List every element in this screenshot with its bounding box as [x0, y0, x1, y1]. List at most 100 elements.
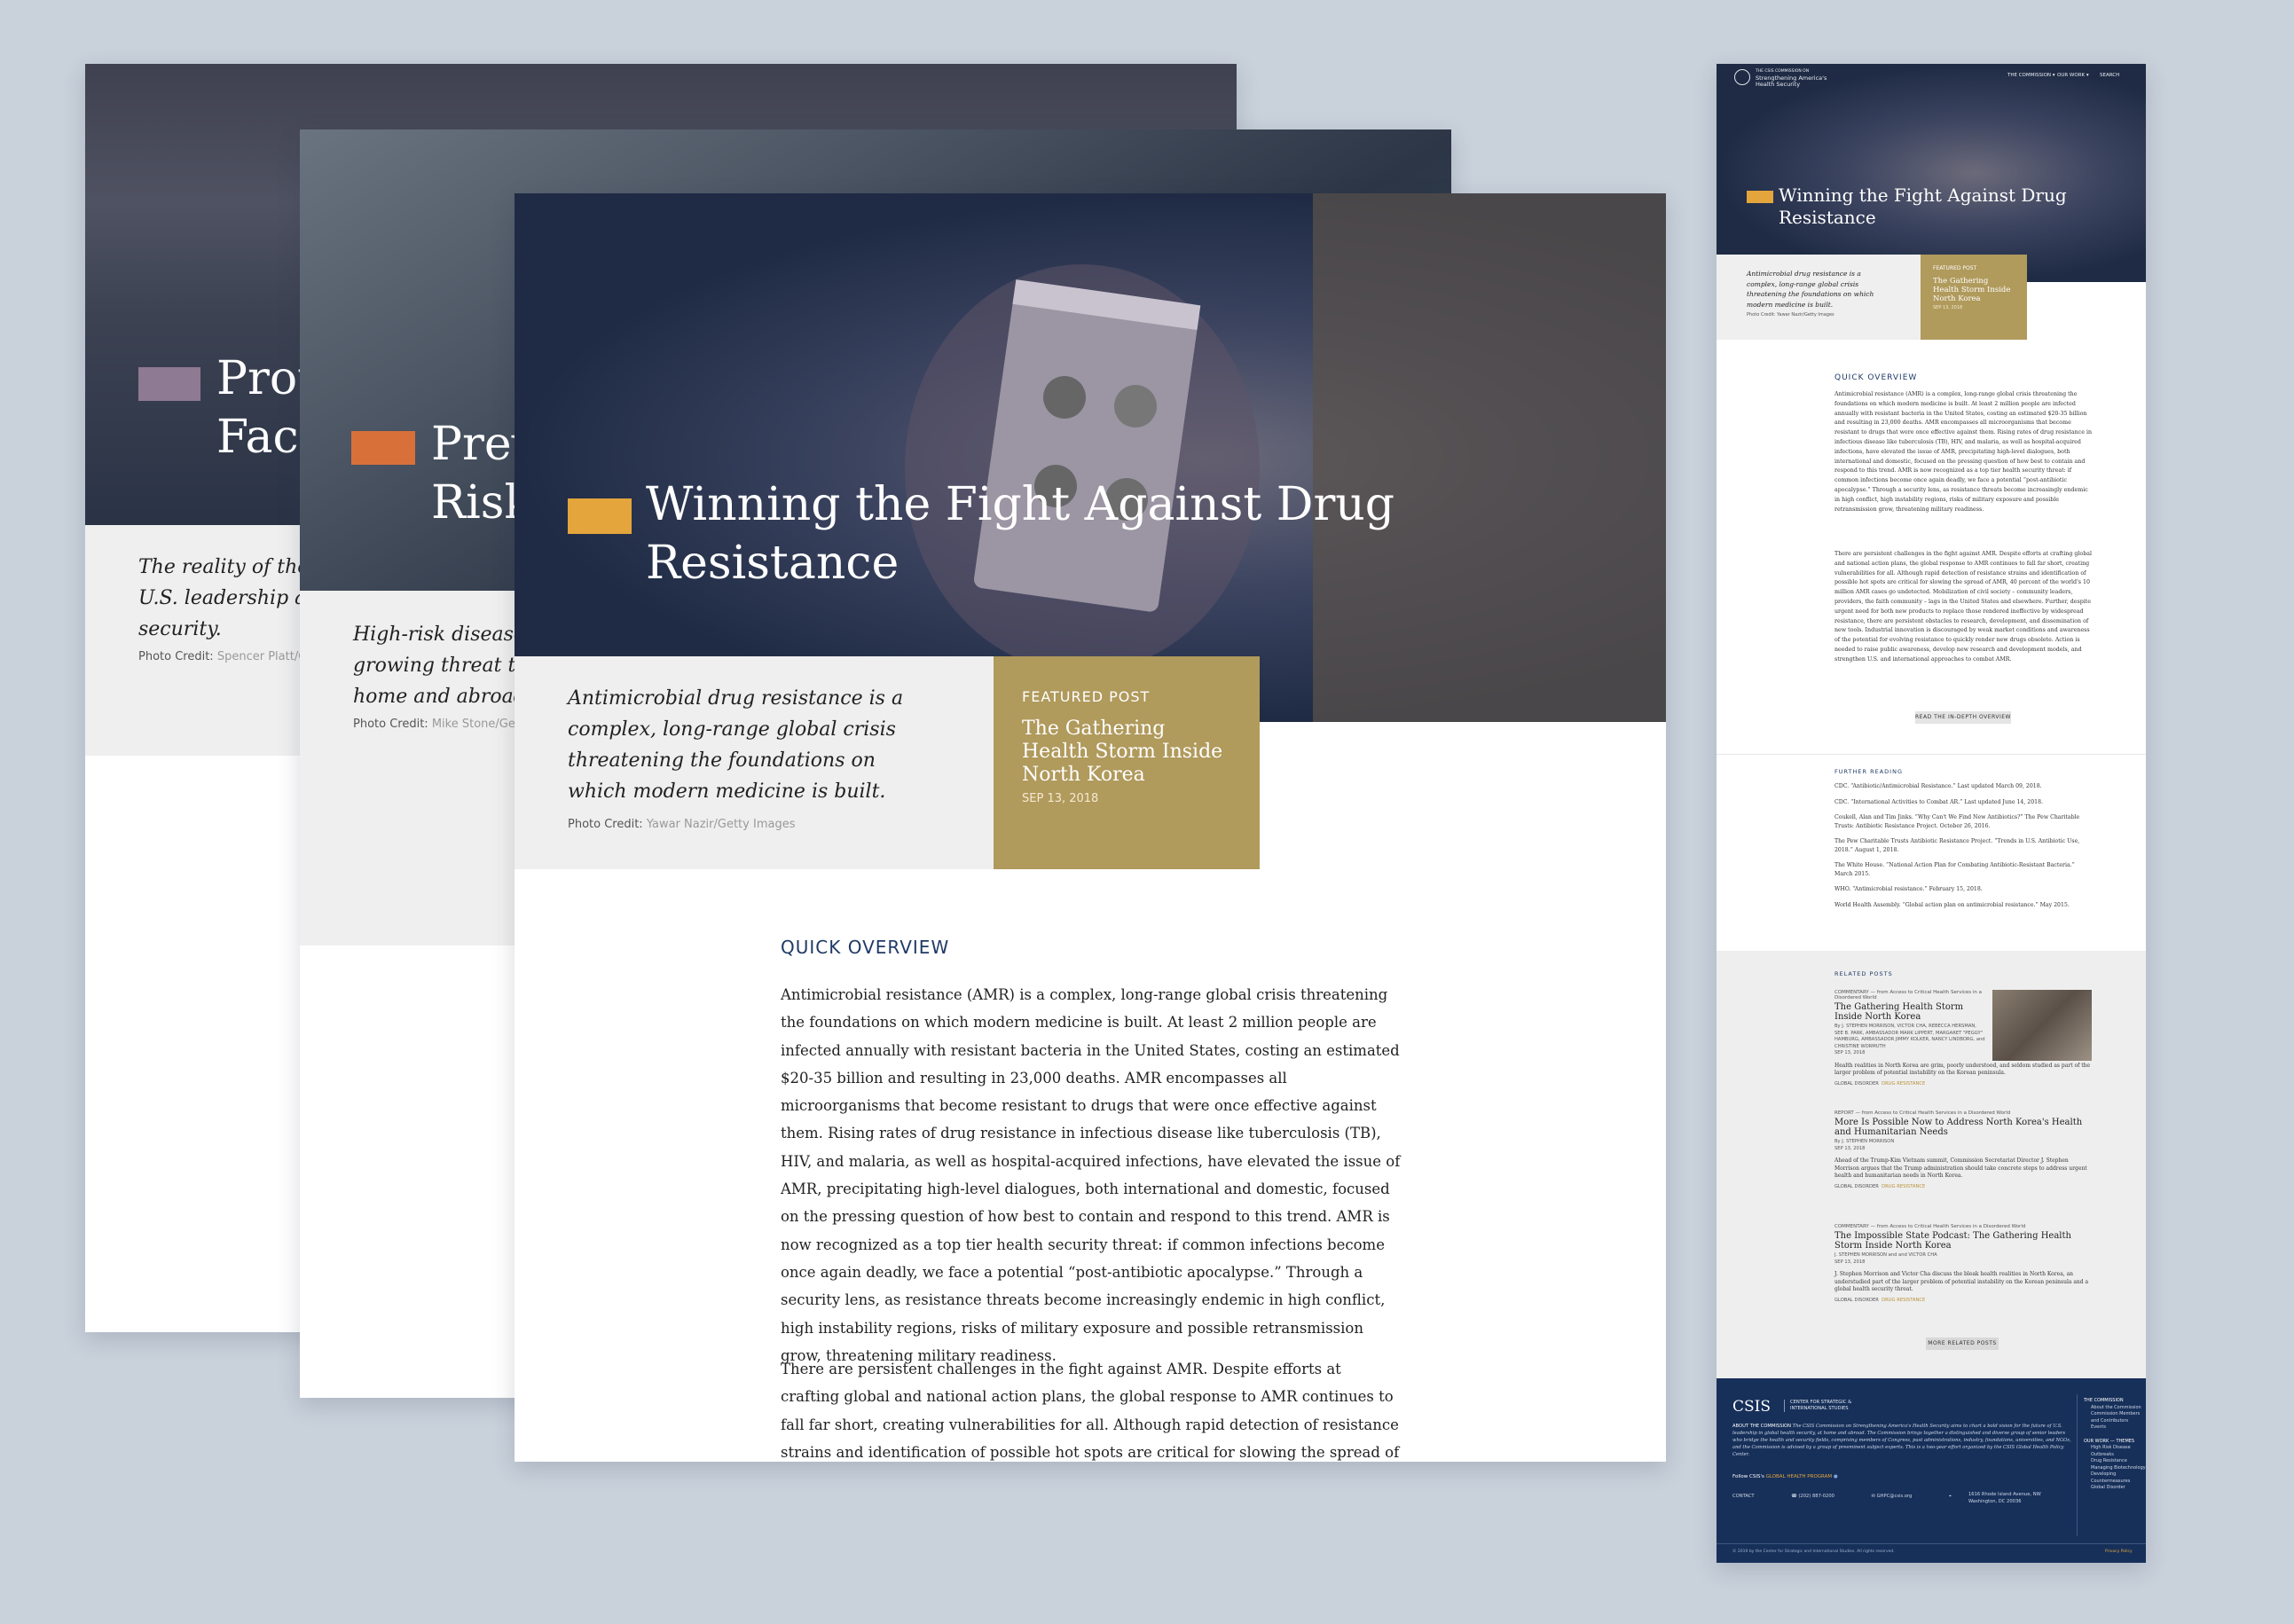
photo-credit-label: Photo Credit:: [568, 818, 643, 831]
related-post[interactable]: COMMENTARY — from Access to Critical Hea…: [1834, 990, 2092, 1087]
location-icon: ⌖: [1949, 1494, 1952, 1499]
footer-divider: [2077, 1394, 2078, 1536]
further-reading-item[interactable]: CDC. “International Activities to Combat…: [1834, 798, 2092, 807]
excerpt-box: Antimicrobial drug resistance is a compl…: [1717, 255, 1921, 340]
divider: [1717, 754, 2146, 755]
related-post-authors: By J. STEPHEN MORRISON: [1834, 1139, 1895, 1144]
footer-link[interactable]: Global Disorder: [2084, 1485, 2146, 1492]
further-reading-item[interactable]: CDC. “Antibiotic/Antimicrobial Resistanc…: [1834, 782, 2092, 791]
email-icon: ✉: [1871, 1494, 1875, 1499]
top-nav: THE CSIS COMMISSION ON Strengthening Ame…: [1717, 64, 2146, 99]
further-reading-item[interactable]: WHO. “Antimicrobial resistance.” Februar…: [1834, 885, 2092, 894]
photo-credit-label: Photo Credit:: [353, 718, 428, 731]
contact-phone[interactable]: (202) 887-0200: [1798, 1494, 1834, 1499]
footer-link[interactable]: High Risk Disease Outbreaks: [2084, 1445, 2146, 1458]
related-post-excerpt: J. Stephen Morrison and Victor Cha discu…: [1834, 1271, 2089, 1292]
nav-our-work[interactable]: OUR WORK ▾: [2057, 73, 2089, 78]
related-posts-section: RELATED POSTS COMMENTARY — from Access t…: [1717, 951, 2146, 1394]
related-post-title[interactable]: The Impossible State Podcast: The Gather…: [1834, 1231, 2092, 1251]
contact-email[interactable]: GHPC@csis.org: [1877, 1494, 1913, 1499]
footer-link[interactable]: About the Commission: [2084, 1405, 2146, 1412]
work-links-heading: OUR WORK — THEMES: [2084, 1438, 2135, 1444]
tag-drug-resistance[interactable]: DRUG RESISTANCE: [1882, 1081, 1925, 1087]
related-post-excerpt: Ahead of the Trump-Kim Vietnam summit, C…: [1834, 1157, 2087, 1179]
page-title: Winning the Fight Against Drug Resistanc…: [1779, 184, 2067, 228]
tag-drug-resistance[interactable]: DRUG RESISTANCE: [1882, 1184, 1925, 1189]
nav-search[interactable]: SEARCH: [2100, 73, 2119, 78]
excerpt-box: Antimicrobial drug resistance is a compl…: [515, 656, 994, 869]
further-reading-item[interactable]: The White House. “National Action Plan f…: [1834, 861, 2092, 878]
related-post-meta: REPORT — from Access to Critical Health …: [1834, 1110, 2011, 1116]
logo-subtitle: CENTER FOR STRATEGIC &: [1790, 1400, 1852, 1405]
overview-paragraph: There are persistent challenges in the f…: [1834, 551, 2093, 663]
tag-global-disorder[interactable]: GLOBAL DISORDER: [1834, 1298, 1879, 1303]
quick-overview-heading: QUICK OVERVIEW: [781, 937, 950, 958]
copyright: © 2019 by the Center for Strategic and I…: [1732, 1549, 1895, 1554]
csis-seal-icon[interactable]: [1734, 69, 1750, 85]
further-reading-list: CDC. “Antibiotic/Antimicrobial Resistanc…: [1834, 782, 2092, 916]
related-post-title[interactable]: More Is Possible Now to Address North Ko…: [1834, 1118, 2092, 1137]
related-post[interactable]: REPORT — from Access to Critical Health …: [1834, 1110, 2092, 1189]
related-post-date: SEP 13, 2018: [1834, 1145, 1866, 1151]
nav-commission[interactable]: THE COMMISSION ▾: [2007, 73, 2055, 78]
follow-program-link[interactable]: GLOBAL HEALTH PROGRAM: [1766, 1474, 1833, 1479]
related-post-title[interactable]: The Gathering Health Storm Inside North …: [1834, 1002, 1985, 1022]
photo-credit-label: Photo Credit:: [138, 650, 214, 663]
footer-link[interactable]: Events: [2084, 1424, 2146, 1432]
further-reading-item[interactable]: World Health Assembly. “Global action pl…: [1834, 901, 2092, 910]
related-post[interactable]: COMMENTARY — from Access to Critical Hea…: [1834, 1224, 2092, 1303]
related-post-excerpt: Health realities in North Korea are grim…: [1834, 1062, 2091, 1077]
csis-logo[interactable]: CSIS: [1732, 1398, 1771, 1416]
more-related-posts-button[interactable]: MORE RELATED POSTS: [1926, 1338, 1999, 1350]
page-title: Winning the Fight Against Drug Resistanc…: [646, 478, 1395, 590]
title-swatch: [138, 367, 200, 401]
full-page-preview: THE CSIS COMMISSION ON Strengthening Ame…: [1717, 64, 2146, 1563]
related-post-meta: COMMENTARY — from Access to Critical Hea…: [1834, 1224, 2026, 1229]
photo-credit-source: Yawar Nazir/Getty Images: [646, 818, 796, 831]
about-label: ABOUT THE COMMISSION: [1732, 1424, 1791, 1429]
hero-image: [515, 193, 1666, 722]
excerpt-text: Antimicrobial drug resistance is a compl…: [568, 687, 904, 803]
site-footer: CSIS CENTER FOR STRATEGIC & INTERNATIONA…: [1717, 1378, 2146, 1563]
twitter-icon[interactable]: ●: [1834, 1474, 1838, 1479]
page-card-winning: Winning the Fight Against Drug Resistanc…: [515, 193, 1666, 1462]
related-post-meta: COMMENTARY — from Access to Critical Hea…: [1834, 990, 1983, 1000]
further-reading-heading: FURTHER READING: [1834, 768, 1903, 775]
further-reading-item[interactable]: The Pew Charitable Trusts Antibiotic Res…: [1834, 837, 2092, 854]
further-reading-item[interactable]: Coukell, Alan and Tim Jinks. “Why Can't …: [1834, 813, 2092, 830]
address-line: Washington, DC 20036: [1968, 1498, 2022, 1504]
footer-link[interactable]: Managing Biotechnology: [2084, 1465, 2146, 1472]
tag-global-disorder[interactable]: GLOBAL DISORDER: [1834, 1184, 1879, 1189]
logo-subtitle: INTERNATIONAL STUDIES: [1790, 1406, 1849, 1411]
title-swatch: [568, 498, 632, 534]
featured-post-date: SEP 13, 2018: [1022, 792, 1099, 805]
follow-label: Follow CSIS's: [1732, 1474, 1764, 1479]
overview-paragraph: There are persistent challenges in the f…: [781, 1361, 1400, 1461]
footer-link[interactable]: Developing Countermeasures: [2084, 1471, 2146, 1485]
tag-global-disorder[interactable]: GLOBAL DISORDER: [1834, 1081, 1879, 1087]
address-line: 1616 Rhode Island Avenue, NW: [1968, 1492, 2041, 1497]
overview-paragraph: Antimicrobial resistance (AMR) is a comp…: [1834, 391, 2093, 513]
featured-post-card[interactable]: FEATURED POST The Gathering Health Storm…: [1921, 255, 2027, 340]
footer-link[interactable]: Drug Resistance: [2084, 1458, 2146, 1465]
org-line: Health Security: [1756, 81, 1801, 88]
pill-pack-illustration: [905, 193, 1666, 722]
featured-post-title[interactable]: The Gathering Health Storm Inside North …: [1022, 718, 1231, 787]
overview-paragraph: Antimicrobial resistance (AMR) is a comp…: [781, 986, 1401, 1364]
featured-post-card[interactable]: FEATURED POST The Gathering Health Storm…: [994, 656, 1260, 869]
related-posts-heading: RELATED POSTS: [1834, 970, 1893, 977]
quick-overview-heading: QUICK OVERVIEW: [1834, 373, 1918, 382]
related-post-authors: J. STEPHEN MORRISON and and VICTOR CHA: [1834, 1252, 1937, 1258]
tag-drug-resistance[interactable]: DRUG RESISTANCE: [1882, 1298, 1925, 1303]
related-post-authors: By J. STEPHEN MORRISON, VICTOR CHA, REBE…: [1834, 1024, 1985, 1049]
commission-links-heading: THE COMMISSION: [2084, 1398, 2124, 1403]
contact-label: CONTACT: [1732, 1494, 1755, 1499]
photo-credit-source: Spencer Platt/G: [216, 650, 308, 663]
privacy-policy-link[interactable]: Privacy Policy: [2105, 1549, 2133, 1554]
footer-link[interactable]: Commission Members and Contributors: [2084, 1411, 2146, 1424]
related-post-thumbnail[interactable]: [1992, 990, 2092, 1061]
featured-post-label: FEATURED POST: [1022, 688, 1151, 705]
title-swatch: [351, 431, 415, 465]
footer-bottom-divider: [1717, 1543, 2146, 1544]
read-overview-button[interactable]: READ THE IN-DEPTH OVERVIEW: [1915, 711, 2011, 724]
